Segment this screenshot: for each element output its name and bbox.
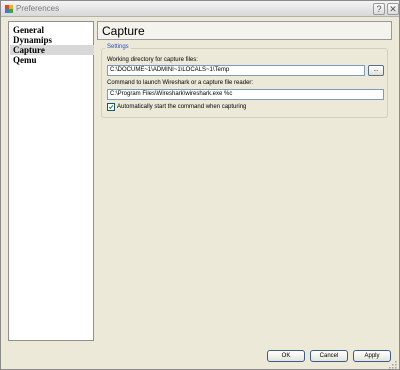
- resize-grip-icon[interactable]: [389, 361, 397, 369]
- browse-button[interactable]: ...: [368, 65, 384, 76]
- settings-group-label: Settings: [105, 44, 131, 50]
- cancel-button[interactable]: Cancel: [310, 350, 348, 362]
- title-bar[interactable]: Preferences ? ✕: [1, 1, 399, 17]
- command-input[interactable]: C:\Program Files\Wireshark\wireshark.exe…: [107, 89, 384, 100]
- sidebar-item-capture[interactable]: Capture: [10, 45, 94, 55]
- workdir-label: Working directory for capture files:: [107, 57, 198, 63]
- page-title: Capture: [102, 24, 145, 38]
- workdir-input[interactable]: C:\DOCUME~1\ADMINI~1\LOCALS~1\Temp: [107, 65, 365, 76]
- window-title: Preferences: [16, 4, 60, 13]
- ok-button[interactable]: OK: [267, 350, 305, 362]
- help-button[interactable]: ?: [373, 3, 385, 15]
- auto-start-checkbox[interactable]: [107, 103, 115, 111]
- command-label: Command to launch Wireshark or a capture…: [107, 80, 254, 86]
- sidebar-item-qemu[interactable]: Qemu: [10, 55, 94, 65]
- close-button[interactable]: ✕: [387, 3, 399, 15]
- preferences-sidebar: General Dynamips Capture Qemu: [8, 21, 94, 341]
- help-icon: ?: [376, 4, 382, 14]
- auto-start-label: Automatically start the command when cap…: [117, 104, 247, 110]
- apply-button[interactable]: Apply: [353, 350, 391, 362]
- close-icon: ✕: [389, 4, 397, 14]
- app-icon: [5, 5, 13, 13]
- page-header: Capture: [97, 21, 392, 40]
- preferences-window: Preferences ? ✕ General Dynamips Capture…: [0, 0, 400, 370]
- sidebar-item-general[interactable]: General: [10, 25, 94, 35]
- sidebar-item-dynamips[interactable]: Dynamips: [10, 35, 94, 45]
